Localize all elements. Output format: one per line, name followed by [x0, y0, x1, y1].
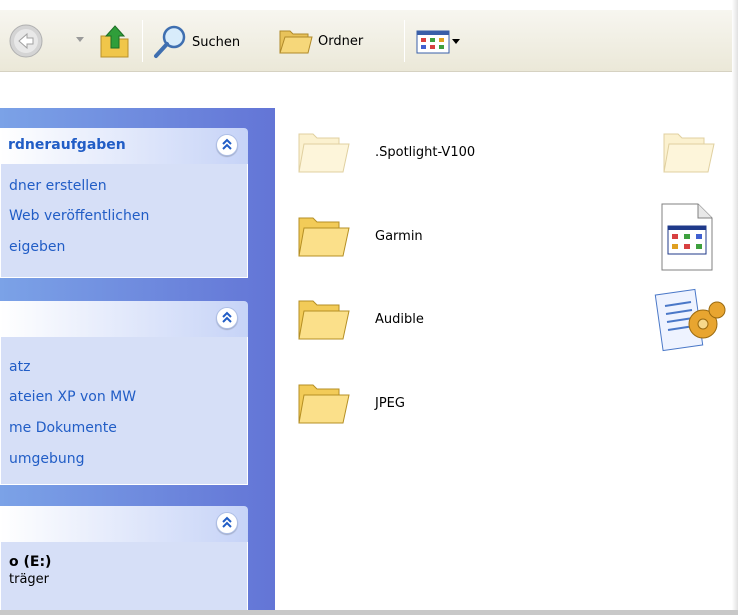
file-name: JPEG	[375, 396, 405, 411]
panel-body: dner erstellen Web veröffentlichen eigeb…	[0, 164, 248, 278]
task-link[interactable]: umgebung	[9, 451, 85, 467]
chevron-down-icon	[452, 39, 460, 44]
folders-icon	[279, 30, 313, 54]
back-arrow-icon	[9, 24, 43, 58]
double-chevron-up-icon	[222, 311, 232, 323]
other-places-panel: atz ateien XP von MW me Dokumente umgebu…	[0, 301, 248, 485]
config-file-icon	[654, 288, 726, 352]
details-panel: o (E:) träger	[0, 506, 248, 610]
window-border	[0, 610, 738, 615]
views-button[interactable]	[416, 30, 460, 54]
file-item-partial[interactable]	[658, 202, 718, 272]
drive-title: o (E:)	[9, 554, 52, 570]
folder-item[interactable]: JPEG	[295, 379, 535, 433]
toolbar-separator	[404, 20, 405, 62]
panel-body: o (E:) träger	[0, 542, 248, 610]
double-chevron-up-icon	[222, 516, 232, 528]
folder-icon	[298, 384, 350, 424]
task-pane: rdneraufgaben dner erstellen Web veröffe…	[0, 108, 275, 610]
back-button[interactable]	[8, 23, 44, 59]
file-name: Garmin	[375, 229, 423, 244]
collapse-button[interactable]	[216, 512, 238, 534]
chevron-down-icon	[76, 37, 84, 42]
folder-item[interactable]: Audible	[295, 295, 535, 349]
folder-item[interactable]: Garmin	[295, 212, 535, 266]
panel-header[interactable]: rdneraufgaben	[0, 128, 248, 164]
folder-icon	[298, 300, 350, 340]
up-button[interactable]	[98, 22, 132, 60]
window-border	[732, 0, 738, 615]
file-name: .Spotlight-V100	[375, 145, 476, 160]
search-label: Suchen	[192, 34, 241, 50]
panel-title: rdneraufgaben	[8, 137, 126, 153]
search-icon	[154, 25, 186, 58]
folder-icon	[298, 217, 350, 257]
folders-button[interactable]: Ordner	[278, 25, 363, 57]
views-icon	[416, 30, 450, 54]
task-link[interactable]: dner erstellen	[9, 178, 107, 194]
task-link[interactable]: eigeben	[9, 239, 65, 255]
drive-subtitle: träger	[9, 572, 50, 587]
folder-item-partial[interactable]	[660, 128, 720, 182]
folder-up-icon	[100, 25, 129, 58]
folder-item[interactable]: .Spotlight-V100	[295, 128, 535, 182]
double-chevron-up-icon	[222, 138, 232, 150]
collapse-button[interactable]	[216, 134, 238, 156]
panel-header[interactable]	[0, 301, 248, 337]
folder-icon	[663, 133, 715, 173]
task-link[interactable]: atz	[9, 359, 30, 375]
folder-icon	[298, 133, 350, 173]
toolbar: Suchen Ordner	[0, 10, 738, 72]
task-link[interactable]: Web veröffentlichen	[9, 208, 149, 224]
search-button[interactable]: Suchen	[152, 24, 240, 60]
task-link[interactable]: me Dokumente	[9, 420, 117, 436]
file-name: Audible	[375, 312, 424, 327]
file-list: .Spotlight-V100 Garmin Audible JPEG	[275, 108, 738, 610]
panel-header[interactable]	[0, 506, 248, 542]
collapse-button[interactable]	[216, 307, 238, 329]
address-area	[0, 72, 738, 108]
folders-label: Ordner	[318, 33, 364, 49]
task-link[interactable]: ateien XP von MW	[9, 389, 136, 405]
toolbar-separator	[142, 20, 143, 62]
panel-body: atz ateien XP von MW me Dokumente umgebu…	[0, 337, 248, 485]
html-file-icon	[661, 203, 713, 271]
folder-tasks-panel: rdneraufgaben dner erstellen Web veröffe…	[0, 128, 248, 278]
file-item-partial[interactable]	[653, 284, 728, 356]
back-dropdown-button[interactable]	[76, 37, 84, 43]
